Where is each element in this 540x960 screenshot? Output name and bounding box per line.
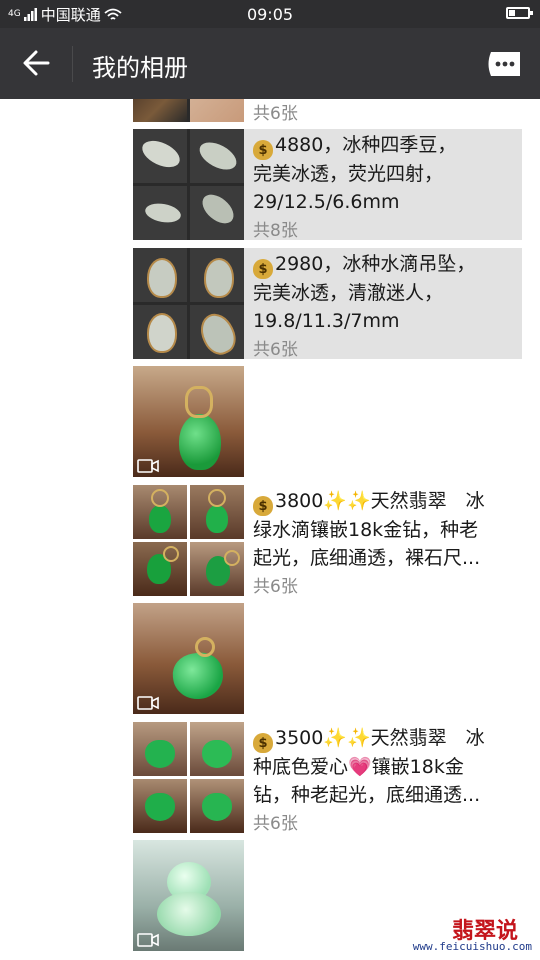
photo bbox=[190, 722, 244, 776]
post-description: $3500✨✨天然翡翠 冰 种底色爱心💗镶嵌18k金 钻，种老起光，底细通透..… bbox=[253, 724, 517, 808]
photo bbox=[190, 542, 244, 596]
navigation-bar: 我的相册 bbox=[0, 28, 540, 99]
album-post[interactable]: $3500✨✨天然翡翠 冰 种底色爱心💗镶嵌18k金 钻，种老起光，底细通透..… bbox=[133, 722, 522, 834]
money-bag-icon: $ bbox=[253, 496, 273, 516]
photo-grid[interactable] bbox=[133, 248, 244, 359]
video-thumbnail[interactable] bbox=[133, 840, 244, 951]
post-text: 3500✨✨天然翡翠 冰 种底色爱心💗镶嵌18k金 钻，种老起光，底细通透... bbox=[253, 727, 485, 806]
photo-grid[interactable] bbox=[133, 99, 244, 122]
more-icon[interactable] bbox=[486, 52, 520, 76]
money-bag-icon: $ bbox=[253, 259, 273, 279]
video-camera-icon bbox=[137, 696, 159, 710]
status-bar: 4G 中国联通 09:05 bbox=[0, 0, 540, 28]
photo-count: 共8张 bbox=[253, 221, 298, 241]
album-post[interactable]: $3800✨✨天然翡翠 冰 绿水滴镶嵌18k金钻，种老 起光，底细通透，裸石尺.… bbox=[133, 485, 522, 597]
post-text: 4880，冰种四季豆， 完美冰透，荧光四射， 29/12.5/6.6mm bbox=[253, 134, 457, 213]
photo-grid[interactable] bbox=[133, 485, 244, 596]
arrow-left-icon[interactable] bbox=[22, 49, 50, 77]
photo bbox=[133, 186, 187, 240]
photo-grid[interactable] bbox=[133, 129, 244, 240]
photo bbox=[190, 99, 244, 122]
album-post[interactable]: $4880，冰种四季豆， 完美冰透，荧光四射， 29/12.5/6.6mm 共8… bbox=[133, 129, 522, 241]
photo bbox=[133, 129, 187, 183]
photo-count: 共6张 bbox=[253, 104, 298, 124]
photo bbox=[190, 129, 244, 183]
post-description: $4880，冰种四季豆， 完美冰透，荧光四射， 29/12.5/6.6mm bbox=[253, 131, 517, 215]
photo-count: 共6张 bbox=[253, 577, 298, 597]
video-thumbnail[interactable] bbox=[133, 603, 244, 714]
photo bbox=[190, 485, 244, 539]
album-feed[interactable]: 共6张 $4880，冰种四季豆， 完美冰透，荧光四射， 29/12.5/6.6m… bbox=[0, 99, 540, 960]
battery-icon bbox=[506, 7, 533, 19]
photo bbox=[190, 186, 244, 240]
photo-count: 共6张 bbox=[253, 814, 298, 834]
photo bbox=[133, 779, 187, 833]
page-title: 我的相册 bbox=[92, 54, 188, 82]
photo bbox=[133, 722, 187, 776]
photo bbox=[133, 99, 187, 122]
battery-level bbox=[509, 10, 515, 16]
photo bbox=[133, 485, 187, 539]
money-bag-icon: $ bbox=[253, 733, 273, 753]
video-camera-icon bbox=[137, 933, 159, 947]
post-text: 3800✨✨天然翡翠 冰 绿水滴镶嵌18k金钻，种老 起光，底细通透，裸石尺..… bbox=[253, 490, 485, 569]
photo bbox=[190, 779, 244, 833]
photo bbox=[190, 305, 244, 359]
photo bbox=[133, 542, 187, 596]
nav-divider bbox=[72, 46, 73, 82]
post-description: $2980，冰种水滴吊坠， 完美冰透，清澈迷人， 19.8/11.3/7mm bbox=[253, 250, 517, 334]
photo bbox=[133, 305, 187, 359]
photo-count: 共6张 bbox=[253, 340, 298, 360]
post-text: 2980，冰种水滴吊坠， 完美冰透，清澈迷人， 19.8/11.3/7mm bbox=[253, 253, 476, 332]
album-post[interactable]: 共6张 bbox=[133, 99, 522, 124]
video-camera-icon bbox=[137, 459, 159, 473]
post-description: $3800✨✨天然翡翠 冰 绿水滴镶嵌18k金钻，种老 起光，底细通透，裸石尺.… bbox=[253, 487, 517, 571]
photo-grid[interactable] bbox=[133, 722, 244, 833]
video-post[interactable] bbox=[133, 366, 522, 477]
status-time: 09:05 bbox=[246, 5, 294, 24]
video-thumbnail[interactable] bbox=[133, 366, 244, 477]
photo bbox=[190, 248, 244, 302]
money-bag-icon: $ bbox=[253, 140, 273, 160]
photo bbox=[133, 248, 187, 302]
album-post[interactable]: $2980，冰种水滴吊坠， 完美冰透，清澈迷人， 19.8/11.3/7mm 共… bbox=[133, 248, 522, 360]
watermark-url: www.feicuishuo.com bbox=[412, 940, 532, 953]
video-post[interactable] bbox=[133, 603, 522, 714]
